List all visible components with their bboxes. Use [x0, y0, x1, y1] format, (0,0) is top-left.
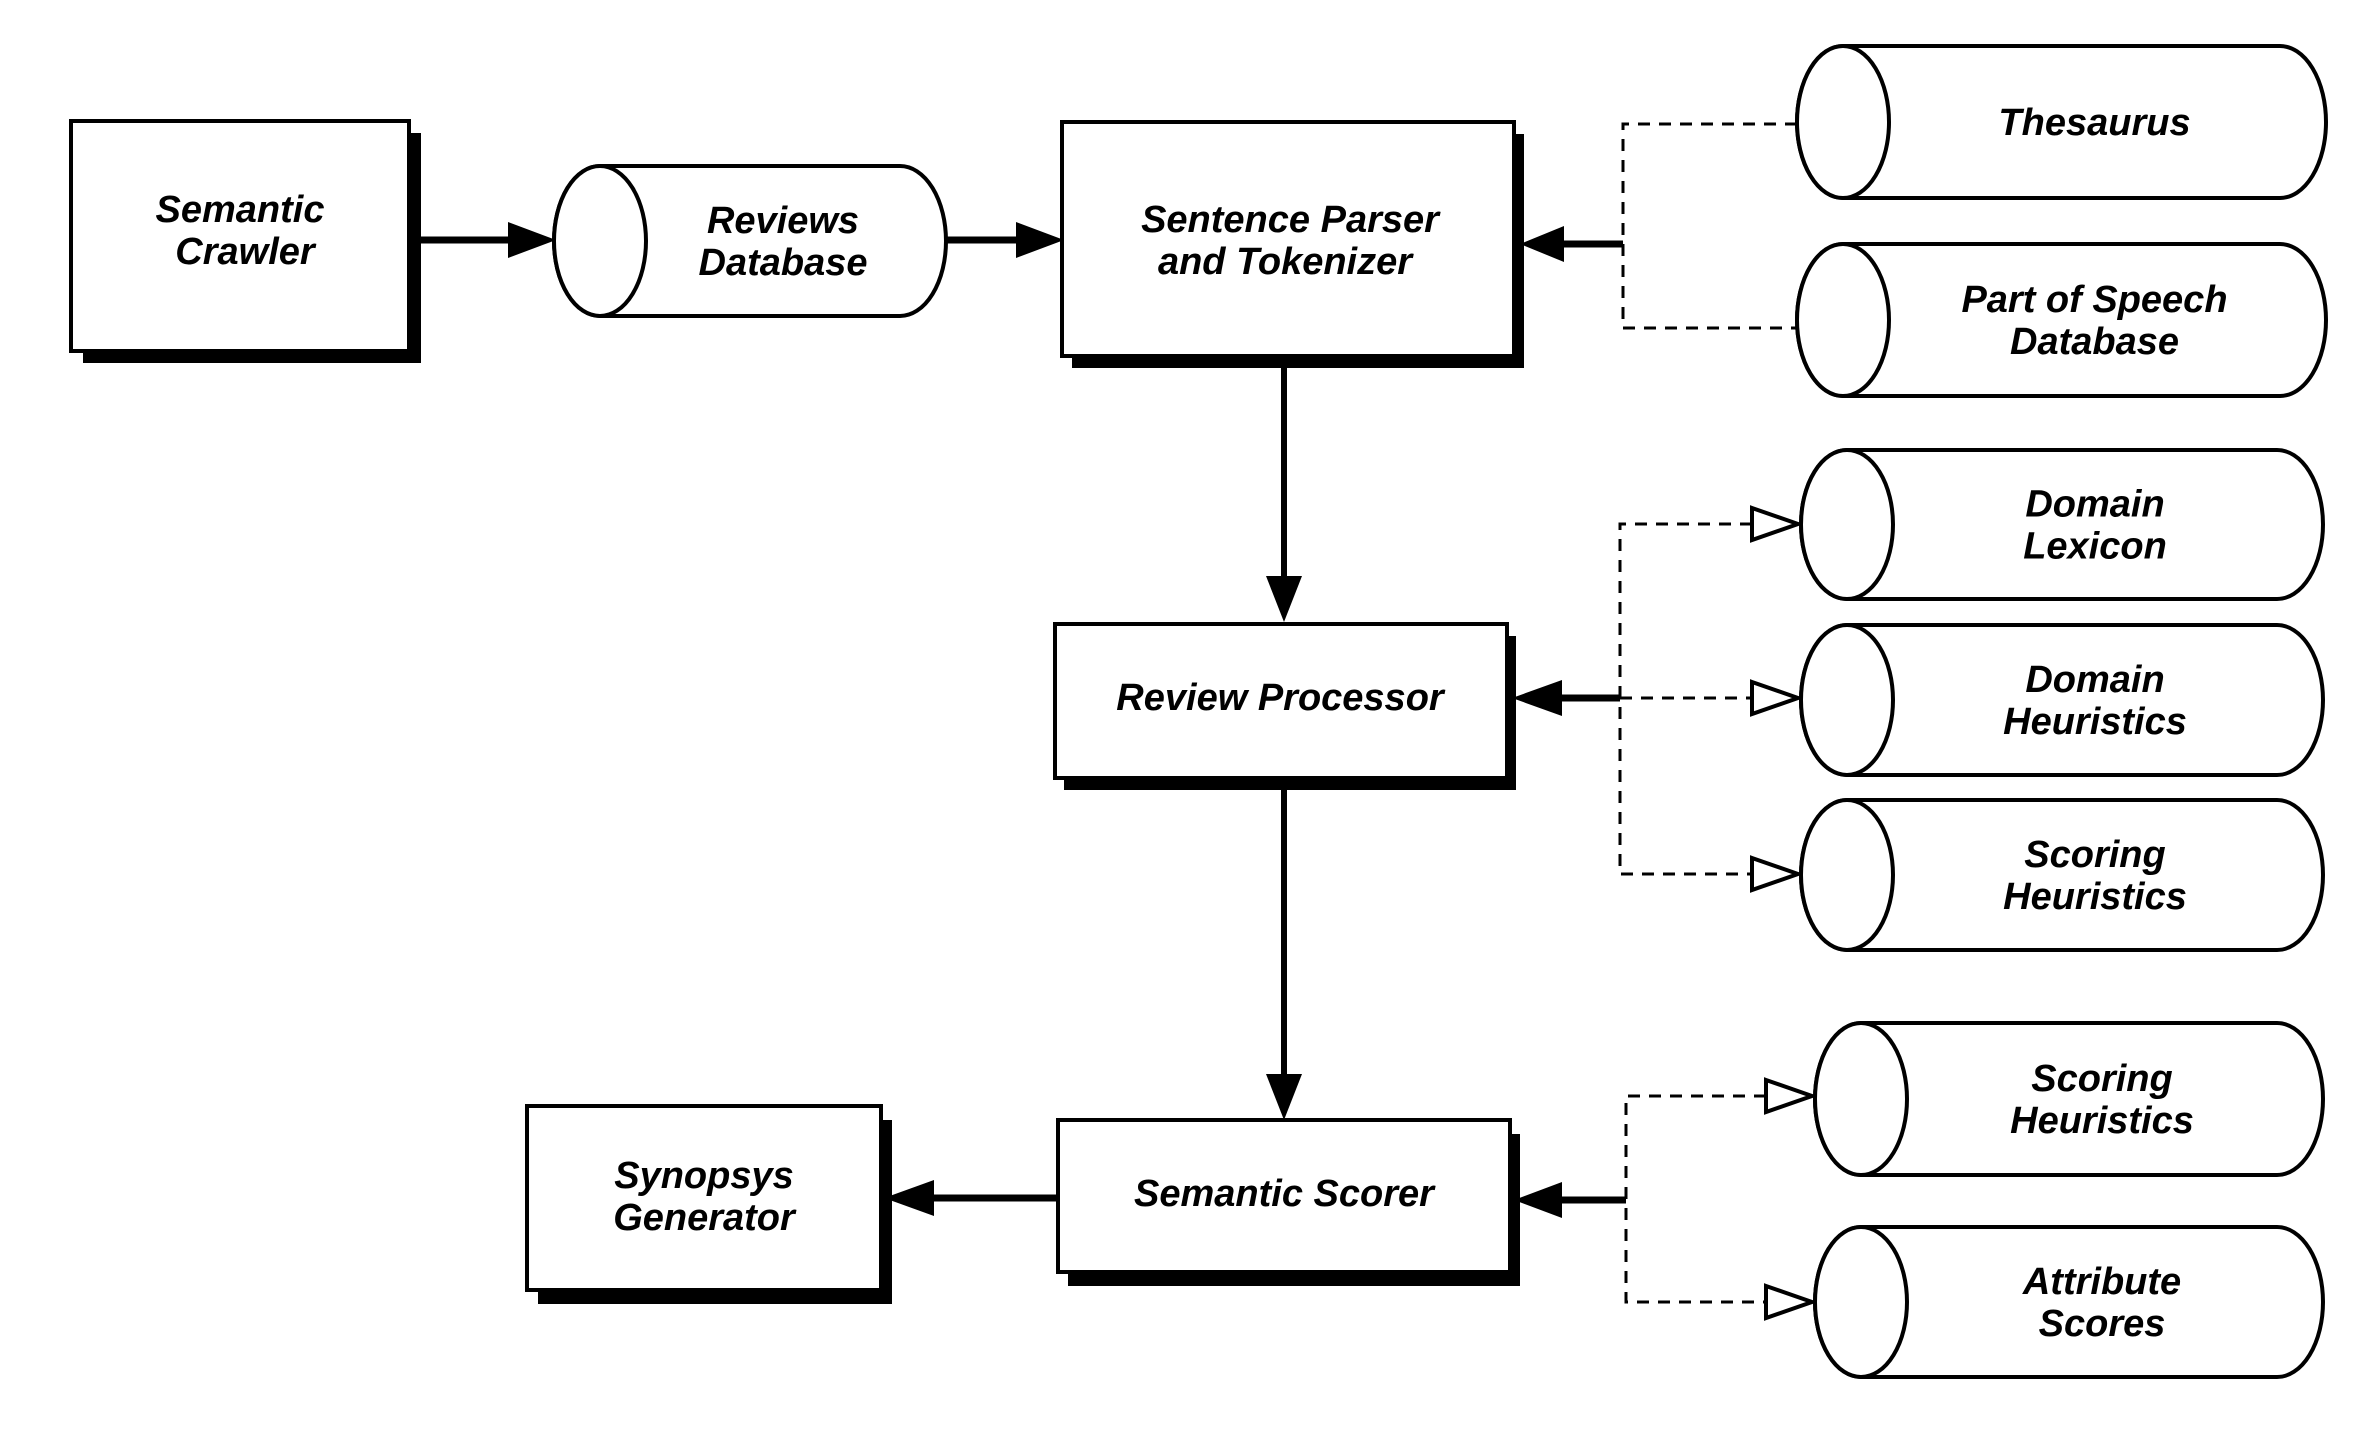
process-semantic-crawler[interactable]: Semantic Crawler — [69, 119, 421, 363]
node-label: Heuristics — [2010, 1100, 2194, 1142]
edge-parser-to-review-processor — [1266, 358, 1302, 622]
datastore-domain-heuristics[interactable]: DomainHeuristics — [1799, 623, 2325, 777]
node-label: Heuristics — [2003, 876, 2187, 918]
edge-scorer-to-synopsys — [884, 1180, 1058, 1216]
node-label: Scores — [2039, 1303, 2166, 1345]
node-label: Part of Speech — [1961, 279, 2227, 321]
node-label: Lexicon — [2023, 526, 2167, 568]
node-label: Semantic — [156, 189, 325, 231]
cylinder-cap — [1795, 44, 1891, 200]
node-label: Domain — [2025, 659, 2164, 701]
datastore-domain-lexicon[interactable]: DomainLexicon — [1799, 448, 2325, 601]
edge-review-processor-to-scorer — [1266, 778, 1302, 1120]
datastore-thesaurus[interactable]: Thesaurus — [1795, 44, 2328, 200]
open-arrow-scoring-heuristics-2 — [1764, 1077, 1819, 1115]
open-arrow-domain-heuristics — [1750, 679, 1805, 717]
datastore-reviews-database[interactable]: ReviewsDatabase — [552, 164, 948, 318]
cylinder-cap — [1799, 798, 1895, 952]
cylinder-cap — [1813, 1021, 1909, 1177]
cylinder-cap — [552, 164, 648, 318]
node-label: Sentence Parser — [1141, 199, 1441, 241]
edge-review-processor-to-domain-stores — [1512, 505, 1805, 893]
open-arrow-domain-lexicon — [1750, 505, 1805, 543]
edge-lexical-resources-to-parser — [1520, 122, 1797, 330]
system-flow-diagram: Semantic Crawler Sentence Parser and Tok… — [69, 44, 2328, 1379]
node-label: Scoring — [2024, 834, 2165, 876]
process-sentence-parser[interactable]: Sentence Parser and Tokenizer — [1060, 120, 1524, 368]
process-review-processor[interactable]: Review Processor — [1053, 622, 1516, 790]
edge-reviews-db-to-parser — [946, 222, 1064, 258]
process-synopsys-generator[interactable]: Synopsys Generator — [525, 1104, 892, 1304]
node-label: Attribute — [2022, 1261, 2181, 1303]
node-label: Review Processor — [1116, 677, 1446, 719]
open-arrow-scoring-heuristics — [1750, 855, 1805, 893]
cylinder-cap — [1813, 1225, 1909, 1379]
node-label: Crawler — [175, 231, 317, 273]
datastore-scoring-heuristics-2[interactable]: ScoringHeuristics — [1813, 1021, 2325, 1177]
open-arrow-attribute-scores — [1764, 1283, 1819, 1321]
node-label: Reviews — [707, 200, 859, 242]
node-label: Semantic Scorer — [1134, 1173, 1436, 1215]
node-label: Domain — [2025, 484, 2164, 526]
cylinder-cap — [1799, 448, 1895, 601]
node-label: Synopsys — [614, 1155, 794, 1197]
edge-crawler-to-reviews-db — [409, 222, 556, 258]
datastore-attribute-scores[interactable]: AttributeScores — [1813, 1225, 2325, 1379]
datastore-part-of-speech-database[interactable]: Part of SpeechDatabase — [1795, 242, 2328, 398]
node-label: Scoring — [2031, 1058, 2172, 1100]
node-label: Database — [2010, 321, 2179, 363]
node-label: Heuristics — [2003, 701, 2187, 743]
cylinder-cap — [1795, 242, 1891, 398]
datastore-scoring-heuristics-1[interactable]: ScoringHeuristics — [1799, 798, 2325, 952]
node-label: Thesaurus — [1998, 102, 2190, 144]
node-label: and Tokenizer — [1158, 241, 1414, 283]
node-label: Generator — [613, 1197, 797, 1239]
cylinder-cap — [1799, 623, 1895, 777]
process-semantic-scorer[interactable]: Semantic Scorer — [1056, 1118, 1520, 1286]
node-label: Database — [699, 242, 868, 284]
edge-scorer-to-scoring-stores — [1514, 1077, 1819, 1321]
